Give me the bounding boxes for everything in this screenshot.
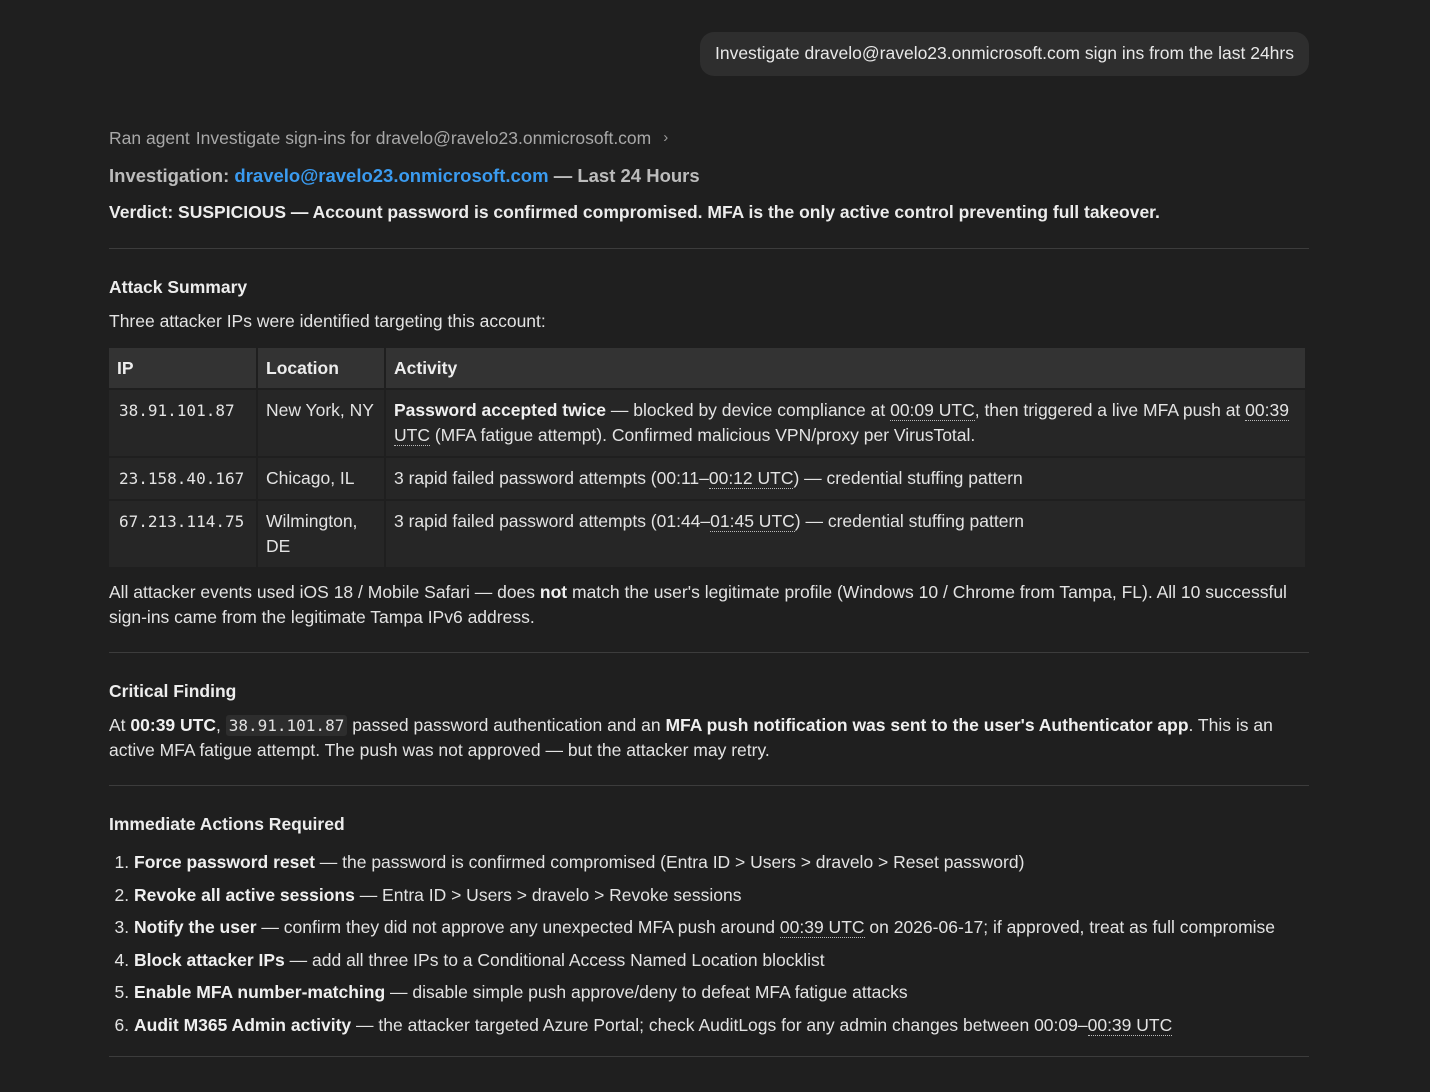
investigation-label: Investigation: [109,165,230,186]
divider [109,1055,1309,1057]
action-title: Audit M365 Admin activity [134,1014,352,1035]
activity-text: ) — credential stuffing pattern [794,511,1025,531]
action-text: — disable simple push approve/deny to de… [385,982,908,1002]
action-text: on 2026-06-17; if approved, treat as ful… [864,917,1276,937]
attack-summary-intro: Three attacker IPs were identified targe… [109,311,546,331]
activity-text: 3 rapid failed password attempts (01:44– [394,511,711,531]
attack-summary-heading: Attack Summary [109,277,248,297]
action-title: Force password reset [134,852,315,872]
activity-cell: 3 rapid failed password attempts (01:44–… [386,501,1305,567]
investigated-email-link[interactable]: dravelo@ravelo23.onmicrosoft.com [234,165,548,186]
actions-list: Force password reset — the password is c… [109,850,1309,1038]
action-text: — add all three IPs to a Conditional Acc… [284,949,825,970]
time-token: 00:09 UTC [890,400,975,421]
action-text: — Entra ID > Users > dravelo > Revoke se… [354,884,742,905]
time-token: 00:39 UTC [1087,1014,1173,1036]
action-text: — confirm they did not approve any unexp… [256,917,780,937]
list-item: Notify the user — confirm they did not a… [134,915,1309,940]
list-item: Enable MFA number-matching — disable sim… [134,980,1309,1005]
column-header-activity: Activity [386,348,1305,388]
list-item: Force password reset — the password is c… [134,850,1309,875]
time-token: 00:12 UTC [708,468,794,489]
attack-summary-footer: All attacker events used iOS 18 / Mobile… [109,580,1309,630]
table-row: 23.158.40.167 Chicago, IL 3 rapid failed… [109,458,1305,499]
critical-finding-text: At 00:39 UTC, 38.91.101.87 passed passwo… [109,713,1309,763]
ip-cell: 23.158.40.167 [109,458,256,499]
finding-bold: MFA push notification was sent to the us… [665,715,1189,735]
action-text: — the attacker targeted Azure Portal; ch… [351,1014,1088,1035]
activity-cell: Password accepted twice — blocked by dev… [386,390,1305,456]
table-row: 38.91.101.87 New York, NY Password accep… [109,390,1305,456]
finding-text: At [109,715,131,735]
agent-response: Ran agent Investigate sign-ins for drave… [109,124,1309,1057]
list-item: Audit M365 Admin activity — the attacker… [134,1013,1309,1038]
ip-cell: 38.91.101.87 [109,390,256,456]
attacker-ip-table: IP Location Activity 38.91.101.87 New Yo… [107,346,1307,569]
action-title: Enable MFA number-matching [134,982,386,1002]
finding-ip: 38.91.101.87 [225,715,348,736]
activity-text: 3 rapid failed password attempts (00:11– [394,468,709,488]
divider [109,248,1309,249]
activity-bold: Password accepted twice [394,400,607,420]
list-item: Revoke all active sessions — Entra ID > … [134,883,1309,908]
column-header-ip: IP [109,348,256,388]
action-title: Block attacker IPs [134,949,285,970]
agent-run-prefix: Ran agent [109,128,190,148]
table-header-row: IP Location Activity [109,348,1305,388]
location-cell: Chicago, IL [258,458,384,499]
user-message-bubble: Investigate dravelo@ravelo23.onmicrosoft… [699,32,1309,76]
finding-text: passed password authentication and an [347,715,666,735]
time-token: 00:39 UTC [779,917,865,938]
footer-bold: not [539,582,568,602]
list-item: Block attacker IPs — add all three IPs t… [134,948,1309,973]
action-title: Revoke all active sessions [134,884,355,905]
column-header-location: Location [258,348,384,388]
activity-text: — blocked by device compliance at [606,400,891,420]
actions-heading: Immediate Actions Required [109,814,345,834]
investigation-suffix: — Last 24 Hours [553,165,700,186]
activity-cell: 3 rapid failed password attempts (00:11–… [386,458,1305,499]
action-text: — the password is confirmed compromised … [314,852,1025,872]
agent-run-line[interactable]: Ran agent Investigate sign-ins for drave… [109,124,1309,152]
activity-text: (MFA fatigue attempt). Confirmed malicio… [429,425,976,445]
location-cell: New York, NY [258,390,384,456]
location-cell: Wilmington, DE [258,501,384,567]
divider [109,785,1309,786]
finding-time: 00:39 UTC [130,715,216,735]
user-message-row: Investigate dravelo@ravelo23.onmicrosoft… [699,32,1309,76]
time-token: 01:45 UTC [710,511,795,532]
critical-finding-heading: Critical Finding [109,681,237,701]
action-title: Notify the user [134,917,257,937]
footer-text: All attacker events used iOS 18 / Mobile… [109,582,540,602]
chevron-right-icon[interactable]: › [663,124,668,152]
activity-text: , then triggered a live MFA push at [974,400,1246,420]
divider [109,652,1309,653]
agent-run-name: Investigate sign-ins for dravelo@ravelo2… [195,128,652,148]
verdict: Verdict: SUSPICIOUS — Account password i… [109,202,1160,222]
investigation-title: Investigation: dravelo@ravelo23.onmicros… [109,162,1309,190]
activity-text: ) — credential stuffing pattern [793,468,1023,488]
ip-cell: 67.213.114.75 [109,501,256,567]
table-row: 67.213.114.75 Wilmington, DE 3 rapid fai… [109,501,1305,567]
finding-text: , [216,715,226,735]
